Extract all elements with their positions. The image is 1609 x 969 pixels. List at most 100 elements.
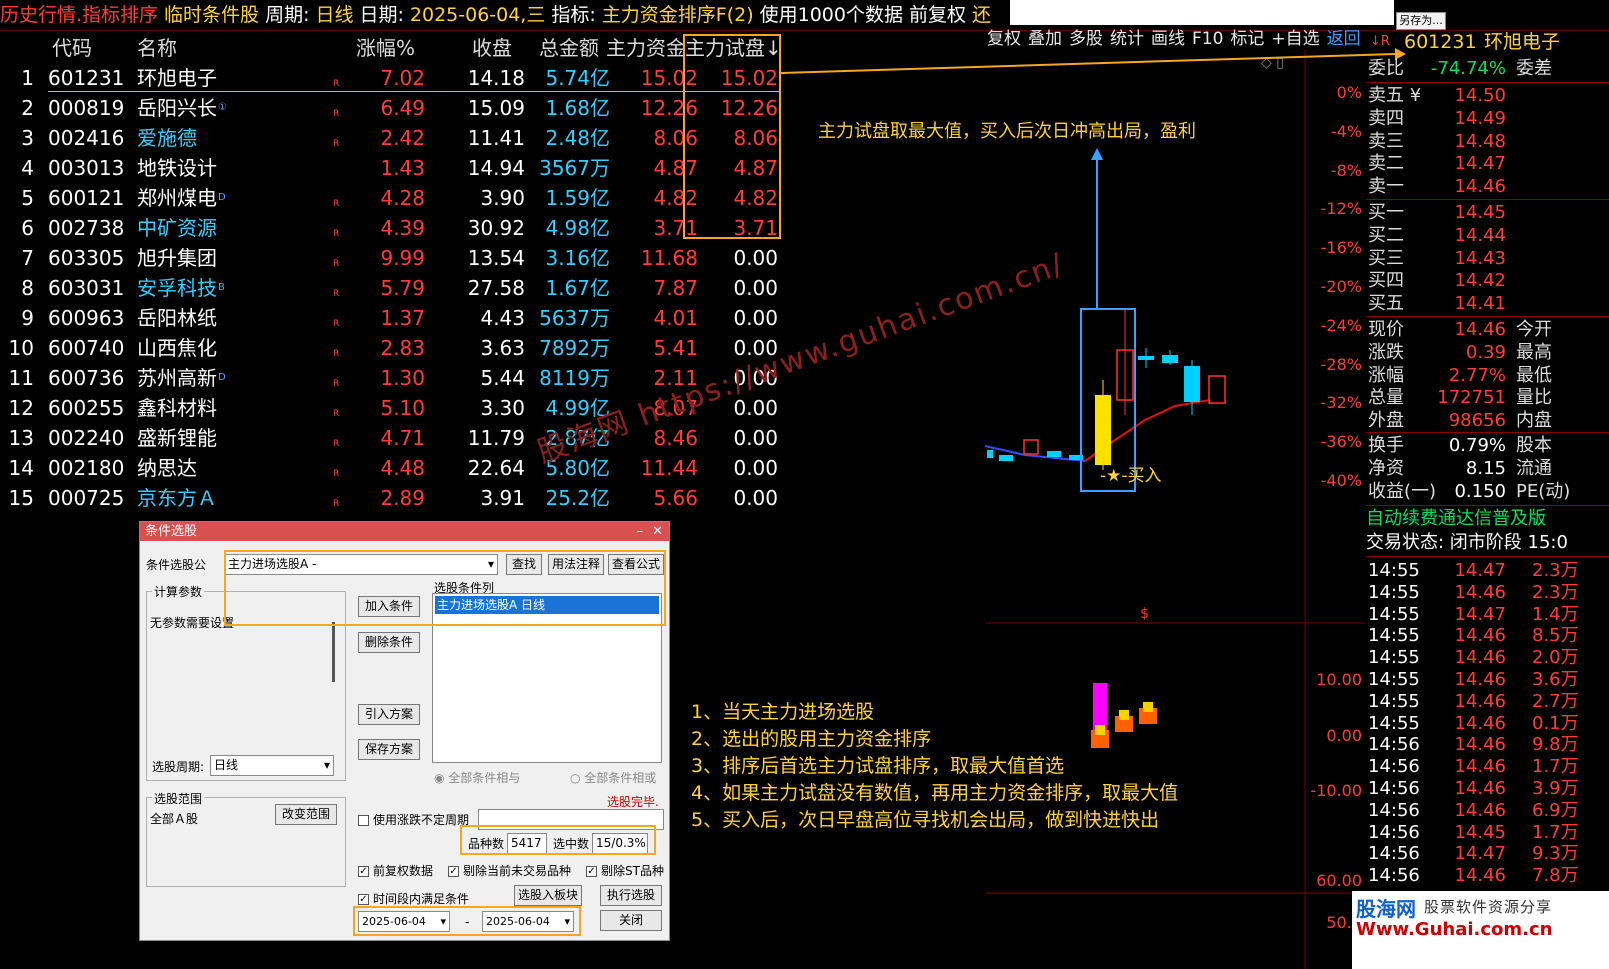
params-scrollbar[interactable] xyxy=(332,622,335,682)
note-3: 3、排序后首选主力试盘排序，取最大值首选 xyxy=(691,755,1065,777)
stock-name-text: 鑫科材料 xyxy=(137,396,217,420)
value: 14.49 xyxy=(1454,107,1506,129)
table-row[interactable]: 1 601231 环旭电子 R 7.02 14.18 5.74亿 15.02 15.02 xyxy=(0,63,795,93)
col-close[interactable]: 收盘 xyxy=(430,33,512,63)
tool-add-watchlist[interactable]: +自选 xyxy=(1271,29,1319,49)
quote-header: ↓R 601231 环旭电子 xyxy=(1366,29,1609,55)
tick-price: 14.46 xyxy=(1454,581,1506,603)
exclude-st-checkbox[interactable]: ✓ 剔除ST品种 xyxy=(586,862,664,879)
stock-tag: ① xyxy=(218,102,227,113)
minimize-icon[interactable]: – xyxy=(637,522,644,541)
close-price: 3.91 xyxy=(480,486,525,510)
close-button[interactable]: 关闭 xyxy=(600,910,662,931)
table-row[interactable]: 3 002416 爱施德 R 2.42 11.41 2.48亿 8.06 8.06 xyxy=(0,123,795,153)
label-right: 量比 xyxy=(1516,387,1552,409)
label: 涨幅 xyxy=(1368,364,1404,386)
tick-price: 14.46 xyxy=(1454,799,1506,821)
or-option[interactable]: ○ 全部条件相或 xyxy=(570,769,656,786)
signal-marker: $ xyxy=(1140,606,1149,622)
tool-multi-stock[interactable]: 多股 xyxy=(1069,29,1103,49)
exclude-st-label: 剔除ST品种 xyxy=(601,864,664,878)
value: 14.45 xyxy=(1454,202,1506,223)
tool-mark[interactable]: 标记 xyxy=(1230,29,1264,49)
exclude-untraded-checkbox[interactable]: ✓ 剔除当前未交易品种 xyxy=(448,862,571,879)
save-plan-button[interactable]: 保存方案 xyxy=(358,739,420,760)
tool-draw-line[interactable]: 画线 xyxy=(1151,29,1185,49)
checkbox-checked-icon: ✓ xyxy=(358,894,369,905)
close-price: 5.44 xyxy=(480,366,525,390)
time-range-checkbox[interactable]: ✓ 时间段内满足条件 xyxy=(358,890,469,907)
tick-time: 14:55 xyxy=(1368,712,1420,734)
main-test: 0.00 xyxy=(733,426,778,450)
table-row[interactable]: 4 003013 地铁设计 1.43 14.94 3567万 4.87 4.87 xyxy=(0,153,795,183)
adjust-checkbox[interactable]: ✓ 前复权数据 xyxy=(358,862,433,879)
tool-f10[interactable]: F10 xyxy=(1192,29,1223,49)
stats2-row: 换手 0.79% 股本 xyxy=(1366,435,1609,457)
tool-back[interactable]: 返回 xyxy=(1327,29,1361,49)
table-row[interactable]: 6 002738 中矿资源 R 4.39 30.92 4.98亿 3.71 3.71 xyxy=(0,213,795,243)
change-pct: 5.10 xyxy=(380,396,425,420)
table-row[interactable]: 5 600121 郑州煤电D R 4.28 3.90 1.59亿 4.82 4.82 xyxy=(0,183,795,213)
total-amount: 3.16亿 xyxy=(545,246,610,270)
row-index: 9 xyxy=(21,306,34,330)
value: 0.79% xyxy=(1448,435,1506,456)
table-row[interactable]: 13 002240 盛新锂能 R 4.71 11.79 2.87亿 8.46 0.00 xyxy=(0,423,795,453)
divider xyxy=(1366,505,1609,506)
dialog-titlebar: 条件选股 – ✕ xyxy=(140,522,669,541)
change-range-button[interactable]: 改变范围 xyxy=(275,804,337,825)
execute-button[interactable]: 执行选股 xyxy=(600,885,662,906)
tool-overlay[interactable]: 叠加 xyxy=(1028,29,1062,49)
stock-code: 603305 xyxy=(48,246,125,270)
use-chg-checkbox[interactable]: 使用涨跌不定周期 xyxy=(358,811,469,828)
save-as-button[interactable]: 另存为... xyxy=(1396,12,1446,30)
main-fund: 7.87 xyxy=(653,276,698,300)
stat-row: 总量 172751 量比 xyxy=(1366,387,1609,409)
table-row[interactable]: 10 600740 山西焦化 R 2.83 3.63 7892万 5.41 0.00 xyxy=(0,333,795,363)
table-row[interactable]: 8 603031 安孚科技B R 5.79 27.58 1.67亿 7.87 0.00 xyxy=(0,273,795,303)
adjust-extra: 还 xyxy=(971,4,991,26)
col-amount[interactable]: 总金额 xyxy=(515,33,599,63)
table-row[interactable]: 9 600963 岳阳林纸 R 1.37 4.43 5637万 4.01 0.00 xyxy=(0,303,795,333)
col-main-fund[interactable]: 主力资金 xyxy=(606,33,686,63)
tick-volume: 3.6万 xyxy=(1532,669,1579,690)
stat-row: 现价 14.46 今开 xyxy=(1366,319,1609,341)
tool-statistics[interactable]: 统计 xyxy=(1110,29,1144,49)
and-option[interactable]: ◉ 全部条件相与 xyxy=(434,769,520,786)
tick-time: 14:56 xyxy=(1368,865,1420,887)
col-name[interactable]: 名称 xyxy=(137,33,177,63)
period-select[interactable]: 日线 ▾ xyxy=(210,755,334,776)
tool-restore-rights[interactable]: 复权 xyxy=(987,29,1021,49)
stock-name: 山西焦化 xyxy=(137,333,217,363)
row-index: 6 xyxy=(21,216,34,240)
tick-time: 14:56 xyxy=(1368,821,1420,843)
table-row[interactable]: 7 603305 旭升集团 R 9.99 13.54 3.16亿 11.68 0.00 xyxy=(0,243,795,273)
total-amount: 1.67亿 xyxy=(545,276,610,300)
table-row[interactable]: 15 000725 京东方Ａ R 2.89 3.91 25.2亿 5.66 0.00 xyxy=(0,483,795,513)
mode-label: 历史行情.指标排序 xyxy=(0,4,159,26)
promo-banner[interactable]: 自动续费通达信普及版 xyxy=(1366,508,1609,530)
close-price: 3.30 xyxy=(480,396,525,420)
to-block-button[interactable]: 选股入板块 xyxy=(514,885,582,906)
close-icon[interactable]: ✕ xyxy=(652,522,663,541)
label: 卖四 xyxy=(1368,107,1404,129)
tick-row: 14:56 14.47 9.3万 xyxy=(1366,843,1609,865)
tick-row: 14:55 14.46 8.5万 xyxy=(1366,625,1609,647)
tick-time: 14:56 xyxy=(1368,778,1420,799)
logo-url: Www.Guhai.com.cn xyxy=(1356,919,1553,940)
value: 2.77% xyxy=(1448,364,1506,386)
close-price: 11.41 xyxy=(467,126,525,150)
rights-icon: ↓R xyxy=(1370,34,1390,49)
stock-name: 旭升集团 xyxy=(137,243,217,273)
no-params-text: 无参数需要设置 xyxy=(150,616,235,630)
col-code[interactable]: 代码 xyxy=(52,33,92,63)
delete-condition-button[interactable]: 删除条件 xyxy=(358,632,420,653)
pool-label: 临时条件股 xyxy=(164,4,260,26)
import-plan-button[interactable]: 引入方案 xyxy=(358,704,420,725)
row-index: 8 xyxy=(21,276,34,300)
value: 14.48 xyxy=(1454,130,1506,152)
col-change[interactable]: 涨幅% xyxy=(340,33,415,63)
exclude-untraded-label: 剔除当前未交易品种 xyxy=(463,864,572,878)
table-row[interactable]: 14 002180 纳思达 R 4.48 22.64 5.80亿 11.44 0.00 xyxy=(0,453,795,483)
table-row[interactable]: 2 000819 岳阳兴长① R 6.49 15.09 1.68亿 12.26 12.26 xyxy=(0,93,795,123)
label: 卖二 xyxy=(1368,153,1404,175)
